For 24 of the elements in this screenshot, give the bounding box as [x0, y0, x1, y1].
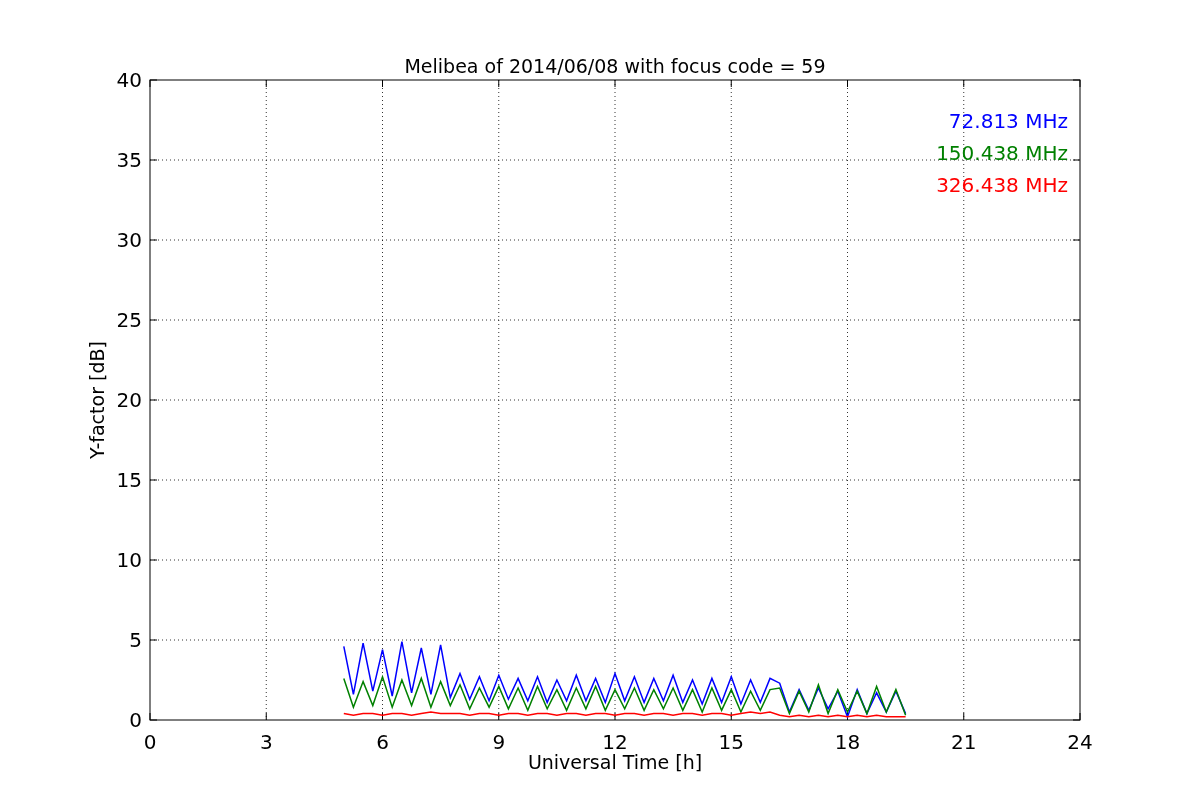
y-tick-label: 0 [129, 708, 142, 732]
y-axis-label: Y-factor [dB] [86, 341, 108, 459]
x-tick-label: 12 [602, 730, 628, 754]
x-tick-label: 24 [1067, 730, 1093, 754]
x-axis-label: Universal Time [h] [527, 751, 703, 773]
x-tick-label: 15 [718, 730, 744, 754]
y-tick-label: 5 [129, 628, 142, 652]
y-tick-label: 10 [116, 548, 142, 572]
x-tick-label: 6 [376, 730, 389, 754]
y-tick-label: 35 [116, 148, 142, 172]
x-tick-label: 18 [834, 730, 861, 754]
y-tick-label: 20 [116, 388, 142, 412]
y-tick-label: 30 [116, 228, 142, 252]
x-tick-label: 3 [259, 730, 273, 754]
legend-label: 150.438 MHz [936, 141, 1068, 165]
y-tick-label: 25 [116, 308, 142, 332]
legend-label: 72.813 MHz [948, 109, 1068, 133]
x-tick-label: 9 [492, 730, 506, 754]
legend-label: 326.438 MHz [936, 173, 1068, 197]
chart-title: Melibea of 2014/06/08 with focus code = 59 [404, 55, 826, 77]
y-tick-label: 15 [116, 468, 142, 492]
x-tick-label: 21 [951, 730, 977, 754]
x-tick-label: 0 [143, 730, 157, 754]
y-tick-label: 40 [116, 68, 142, 92]
